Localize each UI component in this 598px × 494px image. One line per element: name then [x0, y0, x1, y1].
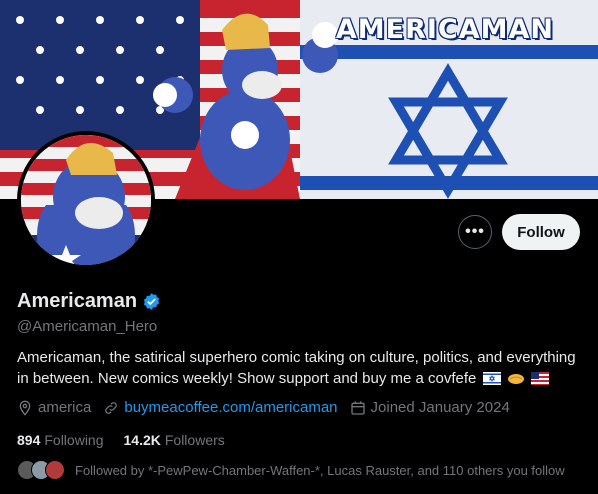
- followers-count: 14.2K: [123, 432, 161, 448]
- joined-date: Joined January 2024: [350, 399, 510, 416]
- follower-avatar: [45, 460, 65, 480]
- follower-avatars: [17, 460, 65, 480]
- more-icon: •••: [465, 223, 485, 240]
- following-count: 894: [17, 432, 41, 448]
- location-icon: [19, 400, 31, 416]
- avatar-image: [21, 135, 151, 265]
- website-link[interactable]: buymeacoffee.com/americaman: [124, 399, 337, 416]
- verified-badge-icon[interactable]: [142, 292, 161, 311]
- handshake-icon: [507, 374, 524, 384]
- calendar-icon: [350, 400, 365, 415]
- website[interactable]: buymeacoffee.com/americaman: [103, 399, 338, 416]
- name-row: Americaman: [17, 290, 161, 313]
- avatar[interactable]: [17, 131, 155, 269]
- location: america: [17, 399, 91, 416]
- link-icon: [105, 401, 118, 414]
- israel-flag-icon: [482, 372, 501, 385]
- more-options-button[interactable]: •••: [458, 215, 492, 249]
- us-flag-icon: [530, 372, 549, 385]
- followed-by[interactable]: Followed by *-PewPew-Chamber-Waffen-*, L…: [17, 460, 565, 480]
- following-label: Following: [44, 432, 104, 448]
- bio: Americaman, the satirical superhero comi…: [17, 347, 582, 389]
- followers-label: Followers: [164, 432, 225, 448]
- followed-by-text: Followed by *-PewPew-Chamber-Waffen-*, L…: [75, 462, 565, 478]
- follow-counts: 894 Following 14.2K Followers: [17, 432, 225, 448]
- display-name: Americaman: [17, 290, 138, 312]
- following-link[interactable]: 894 Following: [17, 432, 104, 448]
- follow-button[interactable]: Follow: [502, 214, 580, 250]
- followers-link[interactable]: 14.2K Followers: [124, 432, 225, 448]
- profile-meta: america buymeacoffee.com/americaman Join…: [17, 399, 522, 416]
- location-text: america: [38, 399, 92, 416]
- joined-text: Joined January 2024: [370, 399, 510, 416]
- handle: @Americaman_Hero: [17, 318, 158, 335]
- banner-title: AMERICAMAN: [335, 14, 554, 45]
